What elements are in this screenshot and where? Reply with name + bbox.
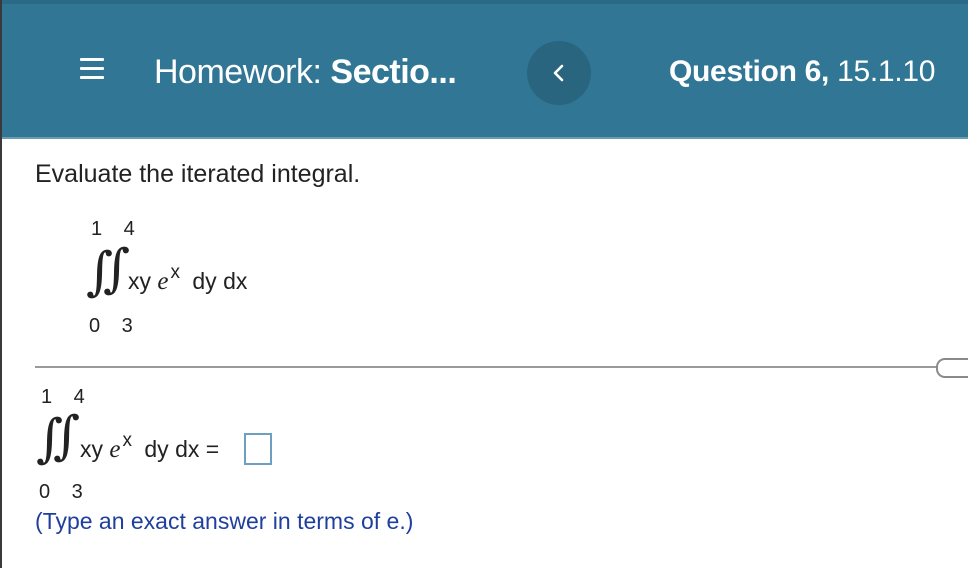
menu-line: [80, 58, 104, 61]
hamburger-menu-icon[interactable]: [80, 58, 104, 80]
upper-limits: 1 4: [91, 218, 143, 240]
question-id: 15.1.10: [837, 55, 936, 88]
question-number: Question 6,: [669, 55, 830, 88]
previous-question-button[interactable]: [527, 41, 591, 105]
integral-sign: ∫: [103, 239, 131, 299]
homework-title-section: Sectio...: [330, 53, 457, 91]
integrand: xy ex dy dx =: [80, 430, 220, 464]
homework-title[interactable]: Homework: Sectio...: [154, 53, 457, 92]
header-bar: Homework: Sectio... Question 6, 15.1.10: [2, 0, 968, 139]
menu-line: [80, 67, 104, 70]
question-title: Question 6, 15.1.10: [669, 55, 935, 89]
lower-limits: 0 3: [39, 481, 91, 503]
exponent: x: [170, 262, 181, 283]
differentials-equals: dy dx =: [144, 436, 220, 462]
expand-handle[interactable]: [936, 358, 968, 378]
question-prompt: Evaluate the iterated integral.: [35, 160, 361, 188]
euler-e: e: [109, 436, 121, 463]
chevron-left-icon: [553, 64, 564, 82]
integrand: xy ex dy dx: [128, 262, 248, 296]
differentials: dy dx: [192, 268, 248, 294]
menu-line: [80, 76, 104, 79]
integrand-xy: xy: [80, 436, 103, 462]
exponent: x: [122, 430, 133, 451]
answer-input[interactable]: [244, 433, 272, 465]
section-divider: [35, 366, 955, 368]
homework-title-prefix: Homework:: [154, 53, 322, 91]
euler-e: e: [157, 268, 169, 295]
integrand-xy: xy: [128, 268, 151, 294]
header-top-line: [2, 0, 968, 4]
integral-sign: ∫: [53, 406, 81, 466]
answer-hint: (Type an exact answer in terms of e.): [35, 508, 414, 534]
lower-limits: 0 3: [89, 315, 141, 337]
